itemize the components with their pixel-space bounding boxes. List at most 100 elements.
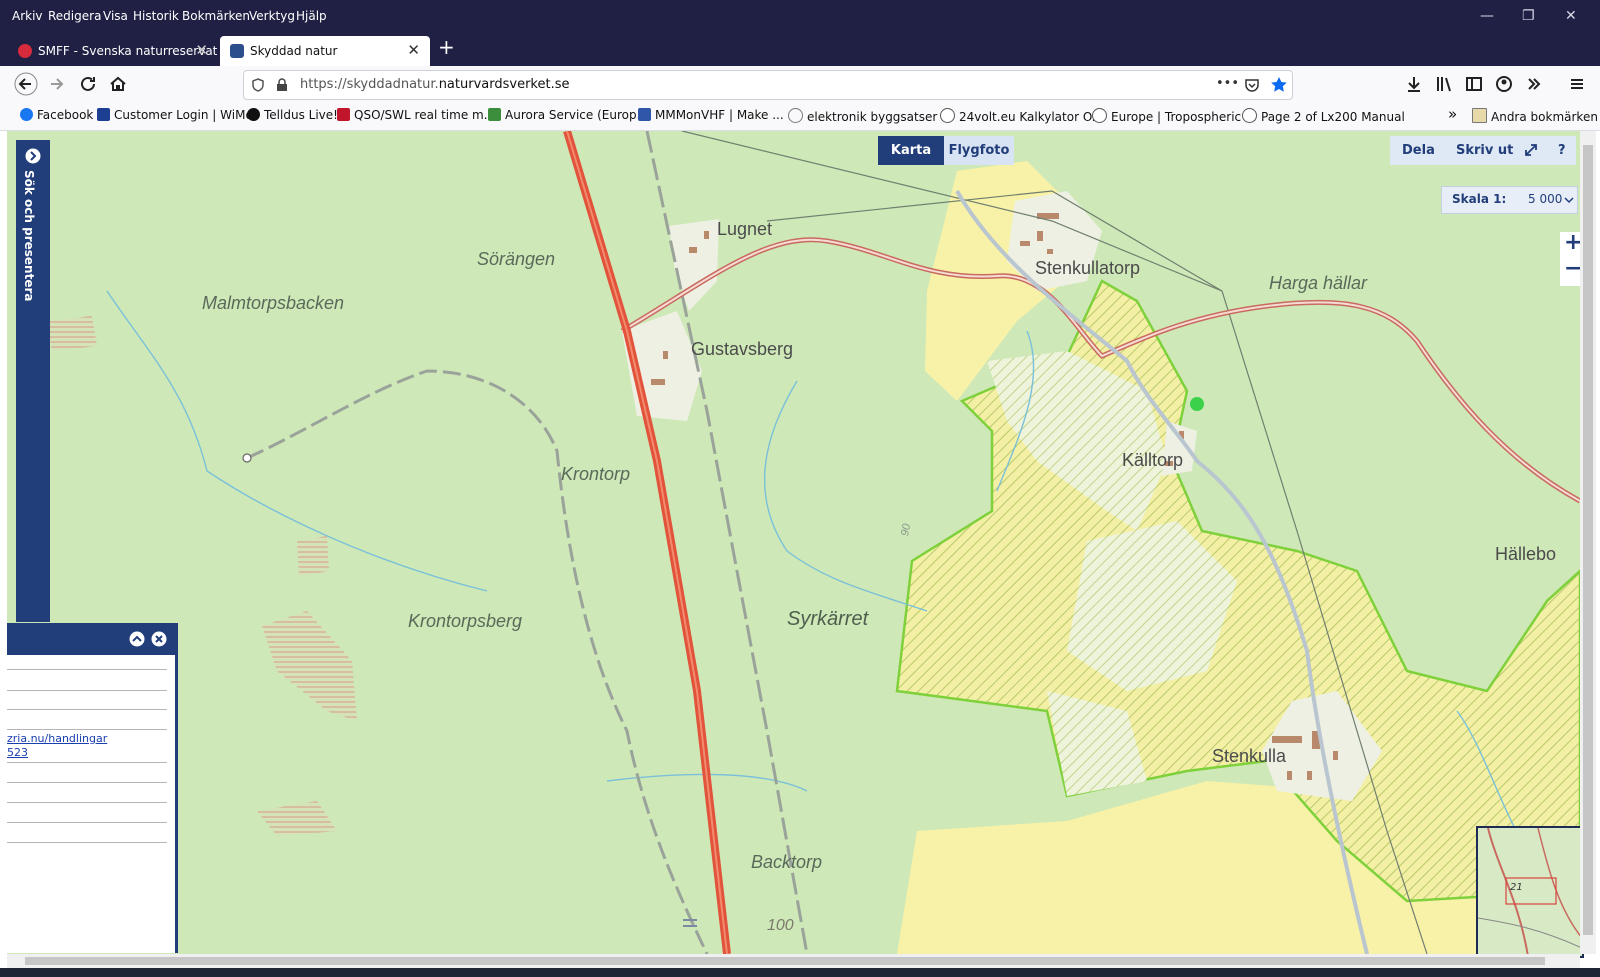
globe-icon — [1092, 108, 1107, 123]
fullscreen-icon[interactable] — [1524, 143, 1538, 157]
place-label-krontorp: Krontorp — [561, 464, 631, 484]
side-panel-label: Sök och presentera — [22, 170, 36, 302]
menu-button[interactable] — [1565, 72, 1589, 96]
menu-bokmarken[interactable]: Bokmärken — [182, 9, 250, 23]
menu-historik[interactable]: Historik — [133, 9, 179, 23]
naturvardsverket-favicon-icon — [230, 44, 244, 58]
scale-selector[interactable]: Skala 1: 5 000 — [1441, 186, 1578, 214]
bookmark-tropospheric[interactable]: Europe | Tropospheric ... — [1092, 108, 1256, 124]
mmmonvhf-icon — [638, 108, 651, 121]
trail-endpoint-marker — [242, 453, 252, 463]
library-button[interactable] — [1432, 72, 1456, 96]
place-label-stenkulla: Stenkulla — [1212, 746, 1287, 766]
tab-smff[interactable]: SMFF - Svenska naturreservat - ✕ — [8, 36, 226, 66]
info-panel: zria.nu/handlingar 523 — [7, 623, 178, 953]
info-row — [7, 669, 167, 691]
collapse-up-icon[interactable] — [129, 631, 145, 647]
minimize-button[interactable]: — — [1480, 8, 1494, 24]
address-bar[interactable]: https://skyddadnatur.naturvardsverket.se… — [243, 70, 1293, 100]
print-button[interactable]: Skriv ut — [1456, 136, 1513, 165]
share-button[interactable]: Dela — [1402, 136, 1435, 165]
close-circle-icon[interactable] — [151, 631, 167, 647]
contour-label-90: 90 — [899, 522, 914, 538]
map-view[interactable]: Lugnet Sörängen Malmtorpsbacken Gustavsb… — [7, 131, 1580, 954]
help-button[interactable]: ? — [1558, 136, 1566, 165]
qso-icon — [337, 108, 350, 121]
document-link[interactable]: 523 — [7, 746, 28, 759]
sidebar-button[interactable] — [1462, 72, 1486, 96]
menu-redigera[interactable]: Redigera — [48, 9, 101, 23]
back-button[interactable] — [14, 72, 38, 96]
chevron-double-right-icon — [1528, 78, 1541, 90]
restore-button[interactable]: ❐ — [1522, 8, 1535, 24]
bookmark-24volt[interactable]: 24volt.eu Kalkylator O... — [940, 108, 1103, 124]
bookmark-aurora[interactable]: Aurora Service (Europ... — [488, 108, 648, 122]
menu-hjalp[interactable]: Hjälp — [296, 9, 327, 23]
facebook-icon — [20, 108, 33, 121]
bookmark-telldus[interactable]: Telldus Live! — [247, 108, 338, 122]
tab-title: Skyddad natur — [250, 44, 338, 58]
scale-value[interactable]: 5 000 — [1528, 192, 1562, 206]
globe-icon — [1242, 108, 1257, 123]
os-taskbar — [0, 968, 1600, 977]
bookmark-facebook[interactable]: Facebook — [20, 108, 93, 122]
download-icon — [1408, 77, 1420, 92]
location-marker[interactable] — [1190, 397, 1204, 411]
contour-label-100: 100 — [767, 917, 794, 934]
home-icon — [110, 76, 126, 91]
new-tab-button[interactable]: + — [438, 35, 455, 59]
horizontal-scrollbar[interactable] — [7, 954, 1580, 968]
smff-favicon-icon — [18, 44, 32, 58]
other-bookmarks[interactable]: Andra bokmärken — [1472, 108, 1598, 124]
map-canvas[interactable] — [7, 131, 1580, 954]
back-arrow-icon — [14, 72, 38, 96]
shield-icon[interactable] — [250, 77, 266, 93]
place-label-hallebo: Hällebo — [1495, 544, 1557, 564]
reload-button[interactable] — [76, 72, 100, 96]
info-row — [7, 710, 167, 730]
aurora-icon — [488, 108, 501, 121]
vertical-scrollbar[interactable] — [1580, 131, 1596, 954]
chevron-right-circle-icon[interactable] — [25, 148, 41, 164]
pocket-icon[interactable] — [1244, 77, 1260, 93]
close-tab-icon[interactable]: ✕ — [407, 41, 420, 59]
map-mode-button[interactable]: Karta — [878, 136, 944, 165]
account-icon — [1496, 76, 1512, 92]
page-actions-button[interactable]: ••• — [1216, 76, 1239, 91]
overflow-button[interactable] — [1522, 72, 1546, 96]
tab-skyddad-natur[interactable]: Skyddad natur ✕ — [220, 36, 430, 66]
elektronik-icon — [788, 108, 803, 123]
menu-arkiv[interactable]: Arkiv — [12, 9, 43, 23]
aerial-mode-button[interactable]: Flygfoto — [944, 136, 1014, 165]
info-panel-header — [7, 623, 175, 655]
bookmark-star-icon[interactable] — [1270, 76, 1288, 94]
search-side-panel[interactable]: Sök och presentera — [16, 140, 50, 622]
bookmark-mmmonvhf[interactable]: MMMonVHF | Make ... — [638, 108, 784, 122]
menu-verktyg[interactable]: Verktyg — [249, 9, 295, 23]
bookmark-lx200[interactable]: Page 2 of Lx200 Manual — [1242, 108, 1405, 124]
place-label-syrkarret: Syrkärret — [787, 608, 869, 630]
bookmarks-overflow-button[interactable]: » — [1448, 105, 1457, 123]
bookmark-qso-swl[interactable]: QSO/SWL real time m... — [337, 108, 495, 122]
bookmark-elektronik[interactable]: elektronik byggsatser ... — [788, 108, 953, 124]
document-link[interactable]: zria.nu/handlingar — [7, 732, 107, 745]
lock-icon[interactable] — [274, 77, 290, 93]
home-button[interactable] — [106, 72, 130, 96]
download-button[interactable] — [1402, 72, 1426, 96]
scroll-thumb[interactable] — [1583, 145, 1593, 935]
place-label-gustavsberg: Gustavsberg — [691, 339, 794, 359]
info-row — [7, 783, 167, 803]
overview-minimap[interactable]: 21 — [1476, 826, 1584, 958]
chevron-down-icon[interactable] — [1564, 195, 1574, 205]
close-window-button[interactable]: ✕ — [1565, 8, 1577, 24]
bookmark-wimo[interactable]: Customer Login | WiMo — [97, 108, 253, 122]
account-button[interactable] — [1492, 72, 1516, 96]
minimap-road-number: 21 — [1510, 882, 1523, 893]
close-tab-icon[interactable]: ✕ — [195, 41, 208, 59]
forward-button[interactable] — [45, 72, 69, 96]
map-toolbar: Dela Skriv ut ? — [1390, 136, 1576, 165]
scroll-thumb[interactable] — [25, 957, 1545, 965]
url-text[interactable]: https://skyddadnatur.naturvardsverket.se — [300, 77, 569, 92]
globe-icon — [940, 108, 955, 123]
menu-visa[interactable]: Visa — [103, 9, 128, 23]
